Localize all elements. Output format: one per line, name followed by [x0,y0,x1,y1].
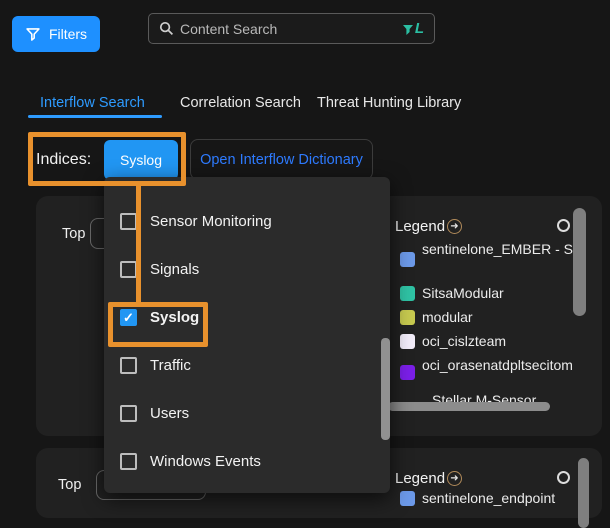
filter-funnel-icon [25,27,41,42]
legend-swatch [400,310,415,325]
horizontal-scrollbar-thumb[interactable] [388,402,550,411]
vertical-scrollbar-thumb[interactable] [578,458,589,528]
legend-item[interactable]: SitsaModular [400,285,504,301]
legend-item[interactable]: oci_cislzteam [400,333,506,349]
dropdown-option-label: Sensor Monitoring [150,213,272,230]
legend-circle-icon[interactable] [557,219,570,232]
top-label: Top [58,477,81,493]
legend-title: Legend [395,218,445,235]
search-icon [159,21,174,36]
vertical-scrollbar-thumb[interactable] [573,208,586,316]
checkbox[interactable] [120,261,137,278]
legend-swatch [400,365,415,380]
indices-dropdown-menu: Sensor Monitoring Signals Syslog Traffic… [104,177,390,493]
filters-button[interactable]: Filters [12,16,100,52]
legend-item-label: oci_orasenatdpltsecitom [422,357,573,380]
legend-item-label: SitsaModular [422,285,504,301]
legend-item-label: sentinelone_EMBER - S [422,241,573,267]
tab-threat-hunting-library[interactable]: Threat Hunting Library [317,95,461,111]
checkbox[interactable] [120,309,137,326]
dropdown-option-windows-events[interactable]: Windows Events [120,453,261,470]
legend-expand-arrow-icon[interactable]: ➜ [447,219,462,234]
checkbox[interactable] [120,357,137,374]
top-label: Top [62,226,85,242]
dropdown-option-label: Signals [150,261,199,278]
legend-swatch [400,491,415,506]
tab-interflow-search[interactable]: Interflow Search [40,95,145,111]
indices-label: Indices: [36,151,91,169]
legend-title: Legend [395,470,445,487]
tab-correlation-search[interactable]: Correlation Search [180,95,301,111]
open-interflow-dictionary-link[interactable]: Open Interflow Dictionary [200,152,363,168]
checkbox[interactable] [120,405,137,422]
content-search-input[interactable] [180,21,397,37]
dropdown-option-label: Traffic [150,357,191,374]
lucene-query-toggle-icon[interactable]: L [403,21,424,36]
dropdown-option-syslog[interactable]: Syslog [120,309,199,326]
legend-item-label: modular [422,309,473,325]
dropdown-option-signals[interactable]: Signals [120,261,199,278]
dropdown-option-traffic[interactable]: Traffic [120,357,191,374]
content-search-box: L [148,13,435,44]
legend-swatch [400,334,415,349]
open-interflow-dictionary-box[interactable]: Open Interflow Dictionary [190,139,373,180]
filters-button-label: Filters [49,26,87,42]
legend-circle-icon[interactable] [557,471,570,484]
indices-selected-button[interactable]: Syslog [104,140,178,180]
legend-item-label: oci_cislzteam [422,333,506,349]
dropdown-option-users[interactable]: Users [120,405,189,422]
legend-item-label: sentinelone_endpoint [422,490,555,506]
dropdown-scrollbar-thumb[interactable] [381,338,390,440]
dropdown-option-label: Windows Events [150,453,261,470]
dropdown-option-label: Syslog [150,309,199,326]
legend-expand-arrow-icon[interactable]: ➜ [447,471,462,486]
dropdown-option-label: Users [150,405,189,422]
legend-item[interactable]: sentinelone_endpoint [400,490,555,506]
dropdown-option-sensor-monitoring[interactable]: Sensor Monitoring [120,213,272,230]
legend-item[interactable]: modular [400,309,473,325]
active-tab-underline [28,115,162,118]
legend-item[interactable]: sentinelone_EMBER - S [400,241,575,267]
legend-swatch [400,286,415,301]
legend-item[interactable]: oci_orasenatdpltsecitom [400,357,580,380]
legend-swatch [400,252,415,267]
checkbox[interactable] [120,453,137,470]
checkbox[interactable] [120,213,137,230]
